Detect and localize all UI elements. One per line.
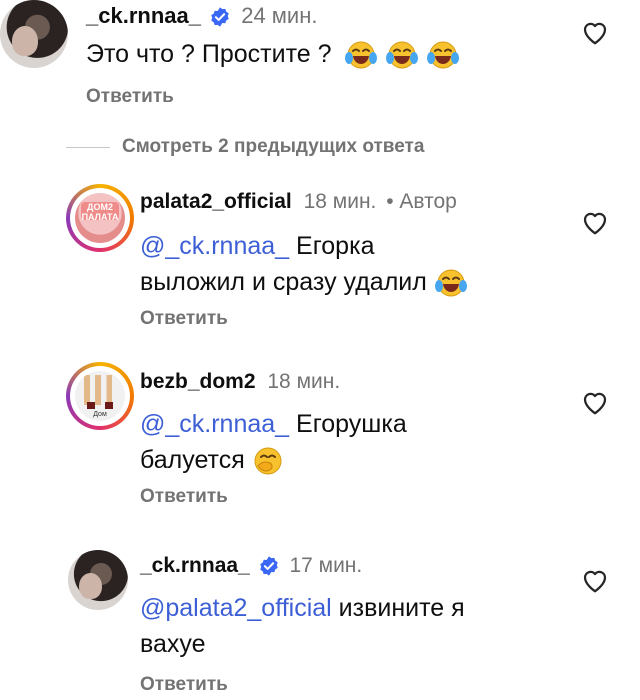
emoji-group [344,40,460,69]
comment-text: @palata2_official извините я вахуе [140,590,465,662]
comment-body: Егорушка [296,410,407,438]
comment-body: Егорка [296,232,375,260]
divider-line [66,147,110,148]
like-heart-icon[interactable] [580,208,610,236]
comment-header: _ck.rnnaa_ 17 мин. [140,554,362,578]
comment-body: извините я [338,594,465,622]
view-previous-replies[interactable]: Смотреть 2 предыдущих ответа [0,132,640,164]
face-with-tears-of-joy-icon [434,269,467,297]
reply-button[interactable]: Ответить [140,486,228,508]
username[interactable]: bezb_dom2 [140,370,256,393]
avatar-caption: Дом [93,411,107,418]
avatar[interactable]: ДОМ2 ПАЛАТА [66,184,134,252]
comment-body: выложил и сразу удалил [140,268,427,296]
comment-body: вахуе [140,630,206,658]
avatar[interactable] [0,0,68,68]
reply-button[interactable]: Ответить [140,308,228,330]
view-replies-label[interactable]: Смотреть 2 предыдущих ответа [122,136,424,158]
comment-header: _ck.rnnaa_ 24 мин. [86,3,317,29]
avatar[interactable]: Дом [66,362,134,430]
reply-button[interactable]: Ответить [140,674,228,696]
face-with-hand-over-mouth-icon [254,447,282,475]
like-heart-icon[interactable] [580,18,610,46]
username[interactable]: palata2_official [140,190,292,213]
comment-text: @_ck.rnnaa_ Егорка выложил и сразу удали… [140,228,468,300]
mention-link[interactable]: @_ck.rnnaa_ [140,410,289,438]
reply-comment: _ck.rnnaa_ 17 мин. @palata2_official изв… [0,540,640,700]
username[interactable]: _ck.rnnaa_ [140,554,250,577]
comment-header: bezb_dom2 18 мин. [140,370,340,394]
comment: _ck.rnnaa_ 24 мин. Это что ? Простите ? [0,0,640,120]
timestamp: 17 мин. [289,554,363,577]
reply-comment: ДОМ2 ПАЛАТА palata2_official 18 мин. • А… [0,180,640,340]
face-with-tears-of-joy-icon [386,41,419,69]
avatar-sign: ДОМ2 ПАЛАТА [81,202,119,222]
comment-body: Это что ? Простите ? [86,40,332,68]
verified-badge-icon [211,7,229,27]
comment-text: @_ck.rnnaa_ Егорушка балуется [140,406,407,478]
avatar[interactable] [68,550,128,610]
timestamp: 18 мин. [303,190,377,213]
comment-header: palata2_official 18 мин. • Автор [140,190,457,214]
comment-body: балуется [140,446,245,474]
mention-link[interactable]: @_ck.rnnaa_ [140,232,289,260]
face-with-tears-of-joy-icon [427,41,460,69]
timestamp: 24 мин. [241,3,318,28]
reply-button[interactable]: Ответить [86,86,174,108]
author-tag: • Автор [386,190,457,213]
verified-badge-icon [259,556,278,577]
comment-text: Это что ? Простите ? [86,40,460,70]
username[interactable]: _ck.rnnaa_ [86,3,201,28]
mention-link[interactable]: @palata2_official [140,594,332,622]
like-heart-icon[interactable] [580,388,610,416]
face-with-tears-of-joy-icon [345,41,378,69]
timestamp: 18 мин. [267,370,341,393]
like-heart-icon[interactable] [580,566,610,594]
reply-comment: Дом bezb_dom2 18 мин. @_ck.rnnaa_ Егоруш… [0,358,640,518]
